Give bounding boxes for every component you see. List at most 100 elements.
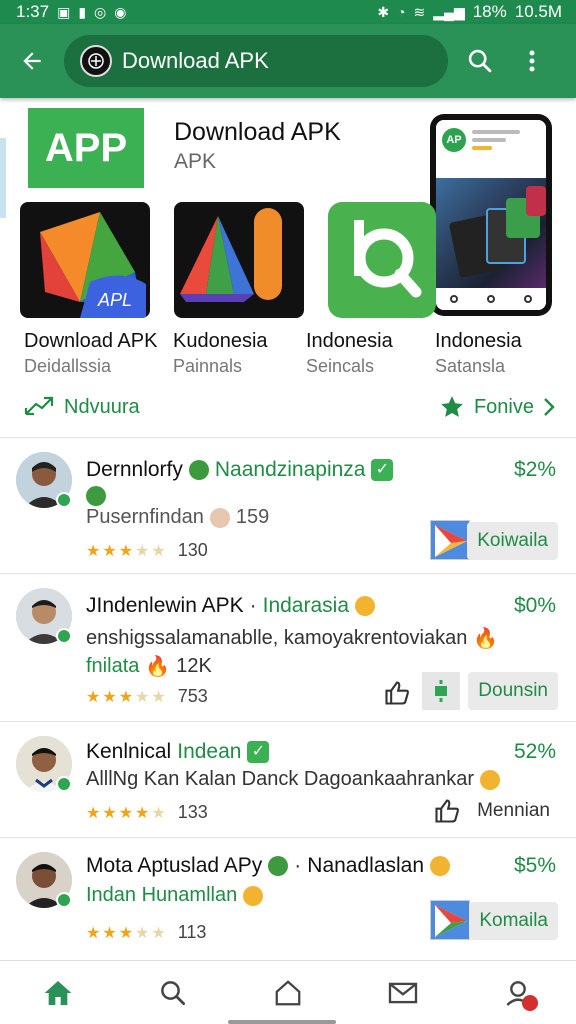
app-sub-3: Seincals (306, 356, 375, 376)
phone-header: AP (436, 120, 546, 178)
verified-badge (56, 892, 72, 908)
app-name-2: Kudonesia (173, 330, 268, 352)
like-button[interactable] (432, 796, 462, 826)
fire-emoji-icon: 🔥 (145, 656, 171, 678)
item-title-text: Mota Aptuslad APy (86, 854, 263, 877)
home-outline-icon (275, 979, 301, 1005)
nav-search[interactable] (151, 971, 195, 1015)
download-icon-button[interactable] (422, 672, 460, 710)
rating-count: 133 (177, 802, 208, 822)
globe-emoji-icon (86, 486, 106, 506)
share-action-label: Ndvuura (64, 395, 140, 418)
list-item[interactable]: Kenlnical Indean ✓ 52% AlllNg Kan Kalan … (0, 722, 576, 838)
mail-icon (388, 982, 418, 1003)
app-name-1: Download APK (24, 330, 158, 352)
app-icon-indonesia[interactable] (328, 202, 436, 318)
signal-icon: ▂▄▆ (433, 4, 465, 20)
nav-explore[interactable] (266, 971, 310, 1015)
phone-screenshot-image (436, 178, 546, 288)
app-sub-2: Painnals (173, 356, 243, 376)
verified-badge (56, 776, 72, 792)
page-title: Download APK (174, 118, 341, 146)
smile-emoji-icon (355, 596, 375, 616)
map-icon (431, 901, 469, 939)
item-action-button[interactable]: Komaila (469, 902, 558, 940)
item-title: JIndenlewin APK · Indarasia (86, 594, 375, 618)
app-icon-kudonesia[interactable] (174, 202, 304, 318)
item-line-2: fnilata 🔥 12K (86, 654, 212, 679)
app-icon-label: APL (97, 290, 132, 310)
bottom-nav (0, 960, 576, 1024)
back-button[interactable] (12, 41, 52, 81)
face-emoji-icon (209, 507, 230, 528)
app-bar: Download APK (0, 24, 576, 98)
search-icon (468, 49, 492, 73)
hero-actions: Ndvuura Fonive (0, 394, 576, 424)
search-text: Download APK (122, 48, 269, 73)
wifi-icon: ≋ (413, 4, 426, 20)
like-button[interactable] (382, 678, 412, 708)
chevron-right-icon (544, 398, 555, 416)
alarm-icon: ◔ (397, 4, 406, 20)
item-count: 12K (176, 655, 212, 677)
globe-emoji-icon (268, 856, 289, 876)
sim-icon: ▮ (78, 4, 87, 20)
app-icon-download-apk[interactable]: APL (20, 202, 150, 318)
bluetooth-icon: ✱ (377, 4, 390, 20)
checkbox-icon: ✓ (371, 459, 394, 481)
item-title: Dernnlorfy Naandzinapinza ✓ (86, 458, 394, 482)
nav-messages[interactable] (381, 971, 425, 1015)
header-card: APP Download APK APK AP APL Download APK… (0, 98, 576, 438)
item-line: enshigssalamanablle, kamoyakrentoviakan … (86, 626, 498, 651)
map-icon (431, 521, 469, 559)
prism-logo-icon (180, 208, 282, 302)
globe-emoji-icon (188, 460, 209, 480)
nav-home[interactable] (36, 971, 80, 1015)
more-button[interactable] (512, 41, 552, 81)
arrow-left-icon (23, 52, 41, 70)
item-description: enshigssalamanablle, kamoyakrentoviakan (86, 627, 468, 649)
favorite-action[interactable]: Fonive (438, 394, 556, 420)
item-tag: Indarasia (262, 594, 349, 617)
item-description: AlllNg Kan Kalan Danck Dagoankaahrankar (86, 768, 475, 790)
phone-screen: AP (436, 120, 546, 310)
phone-preview[interactable]: AP (430, 114, 552, 316)
item-action-button[interactable]: Koiwaila (467, 522, 558, 560)
item-tag: Naandzinapinza (214, 458, 366, 481)
verified-badge (56, 492, 72, 508)
colorful-triangle-icon: APL (40, 212, 146, 318)
share-arrows-icon (24, 396, 54, 416)
rating-count: 113 (177, 922, 207, 942)
rating-count: 753 (177, 686, 208, 706)
app-badge[interactable]: APP (28, 108, 144, 188)
rating-count: 130 (177, 540, 208, 560)
item-line: Pusernfindan 159 (86, 506, 269, 529)
phone-text-lines (472, 128, 540, 170)
map-thumbnail[interactable] (430, 900, 470, 940)
map-thumbnail[interactable] (430, 520, 470, 560)
status-time: 1:37 (16, 2, 50, 21)
edge-decoration (0, 138, 6, 218)
star-icon (441, 396, 463, 417)
item-description: Indan Hunamllan (86, 884, 238, 906)
star-rating: ★ ★ ★ ★ ★ 130 (86, 540, 208, 560)
item-count: 159 (235, 506, 270, 528)
home-icon (44, 980, 71, 1005)
item-action-button[interactable]: Mennian (477, 800, 550, 822)
list-item[interactable]: Dernnlorfy Naandzinapinza ✓ $2% Pusernfi… (0, 438, 576, 574)
item-percent: $5% (513, 854, 556, 877)
q-logo-icon (354, 220, 422, 298)
search-input[interactable]: Download APK (64, 35, 448, 87)
item-action-button[interactable]: Dounsin (468, 672, 558, 710)
location-icon: ◉ (114, 4, 127, 20)
share-action[interactable]: Ndvuura (22, 394, 140, 420)
app-name-3: Indonesia (306, 330, 393, 352)
nav-profile[interactable] (496, 971, 540, 1015)
item-percent: 52% (513, 740, 556, 763)
voicemail-icon: ◎ (94, 4, 107, 20)
search-button[interactable] (460, 41, 500, 81)
list-item[interactable]: JIndenlewin APK · Indarasia $0% enshigss… (0, 574, 576, 722)
list-item[interactable]: Mota Aptuslad APy · Nanadlaslan $5% Inda… (0, 838, 576, 960)
battery-level: 18% (472, 2, 507, 21)
star-rating: ★ ★ ★ ★ ★ 113 (86, 922, 207, 942)
